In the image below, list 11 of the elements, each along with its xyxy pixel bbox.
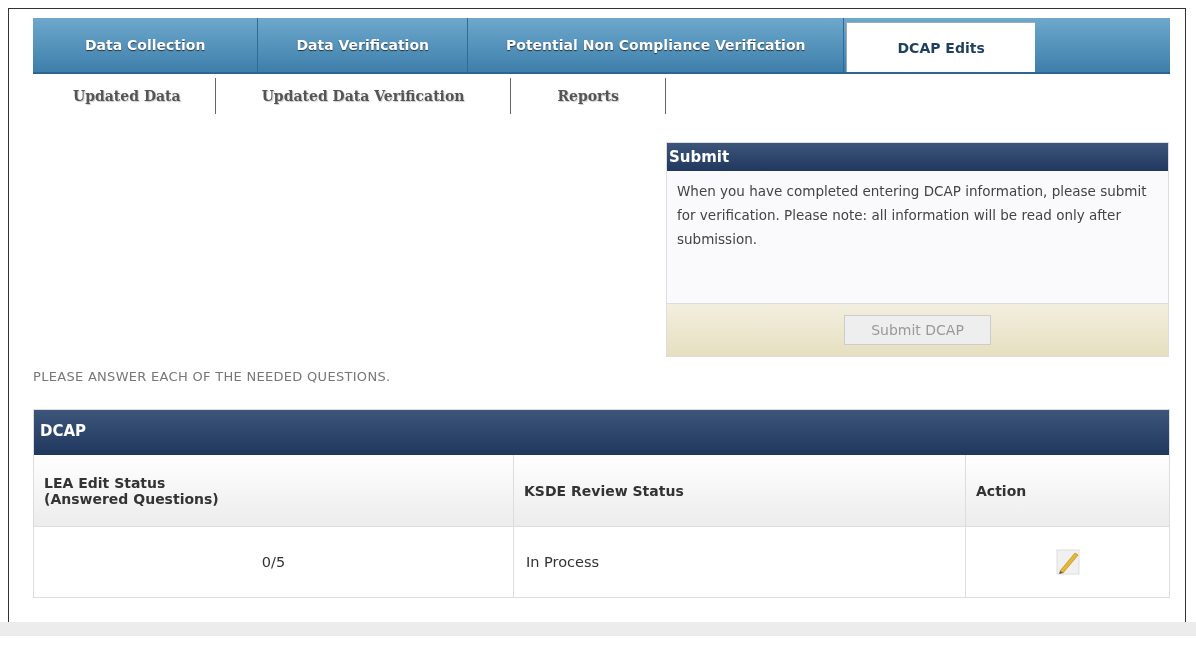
subtab[interactable]: Updated Data Verification [215,78,512,114]
column-header: LEA Edit Status (Answered Questions) [34,455,514,527]
table-title: DCAP [34,410,1169,455]
panel-title: Submit [667,143,1168,171]
tab[interactable]: DCAP Edits [846,22,1035,72]
subtab[interactable]: Reports [511,78,666,114]
panel-message: When you have completed entering DCAP information, please submit for verification. Please note: all information will be read only after submission. [676,182,1148,249]
pencil-icon[interactable] [1055,549,1080,575]
subtab[interactable]: Updated Data [33,78,216,114]
column-header: KSDE Review Status [514,455,966,527]
instruction-text: PLEASE ANSWER EACH OF THE NEEDED QUESTIONS. [33,369,392,386]
